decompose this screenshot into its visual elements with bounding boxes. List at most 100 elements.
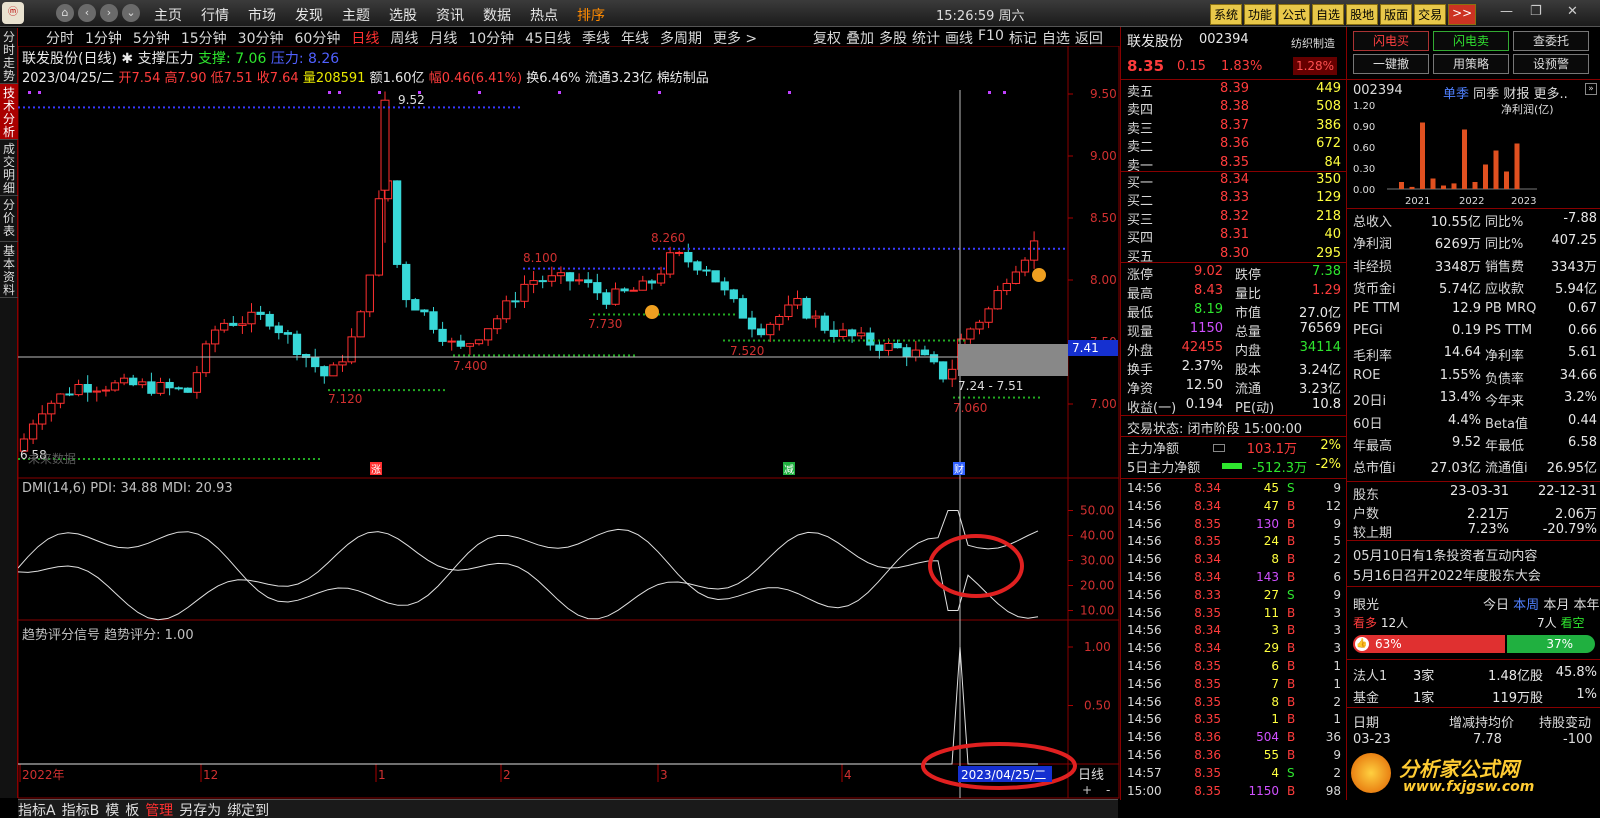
chart-tool-button[interactable]: 画线 xyxy=(945,28,973,48)
period-tab[interactable]: 分时 xyxy=(46,28,74,48)
period-tab[interactable]: 45日线 xyxy=(525,28,571,48)
signal-icon[interactable] xyxy=(1032,268,1046,282)
tab-more[interactable]: 更多.. xyxy=(1533,87,1567,102)
menu-item-data[interactable]: 数据 xyxy=(483,5,511,25)
ask-row[interactable]: 卖二 8.36 672 xyxy=(1127,136,1341,155)
stat-row: 最高 8.43 量比 1.29 xyxy=(1127,283,1341,302)
notice-1[interactable]: 05月10日有1条投资者互动内容 xyxy=(1353,545,1537,564)
tab-intraday[interactable]: 分时走势 xyxy=(0,28,18,84)
forward-icon[interactable]: › xyxy=(100,4,118,22)
tick-side: B xyxy=(1287,748,1296,762)
ask-row[interactable]: 卖三 8.37 386 xyxy=(1127,118,1341,137)
tab-same-quarter[interactable]: 同季 xyxy=(1473,87,1499,102)
period-tab[interactable]: 季线 xyxy=(582,28,610,48)
menu-item-hot[interactable]: 热点 xyxy=(530,5,558,25)
chart-tool-button[interactable]: 返回 xyxy=(1075,28,1103,48)
menu-item-market2[interactable]: 市场 xyxy=(248,5,276,25)
ask-row[interactable]: 卖五 8.39 449 xyxy=(1127,81,1341,100)
chart-tool-button[interactable]: 复权 xyxy=(813,28,841,48)
check-orders-button[interactable]: 查委托 xyxy=(1513,31,1589,51)
bear-bar[interactable]: 37% xyxy=(1507,635,1595,653)
period-tab[interactable]: 年线 xyxy=(621,28,649,48)
period-tab[interactable]: 60分钟 xyxy=(295,28,341,48)
manage-button[interactable]: 管理 xyxy=(145,803,173,818)
menu-item-news[interactable]: 资讯 xyxy=(436,5,464,25)
template-button[interactable]: 模 xyxy=(105,803,119,818)
watchlist-button[interactable]: 自选 xyxy=(1312,4,1345,25)
flash-sell-button[interactable]: 闪电卖 xyxy=(1433,31,1509,51)
collapse-icon[interactable]: » xyxy=(1585,83,1597,95)
tab-single-quarter[interactable]: 单季 xyxy=(1443,87,1469,102)
period-tab[interactable]: 更多 > xyxy=(713,28,757,48)
tab-price-table[interactable]: 分价表 xyxy=(0,196,18,242)
menu-item-stock-pick[interactable]: 选股 xyxy=(389,5,417,25)
chart-tool-button[interactable]: F10 xyxy=(978,28,1004,48)
menu-item-discover[interactable]: 发现 xyxy=(295,5,323,25)
function-button[interactable]: 功能 xyxy=(1244,4,1277,25)
back-icon[interactable]: ‹ xyxy=(78,4,96,22)
period-tab[interactable]: 5分钟 xyxy=(133,28,170,48)
flash-buy-button[interactable]: 闪电买 xyxy=(1353,31,1429,51)
ask-row[interactable]: 卖四 8.38 508 xyxy=(1127,99,1341,118)
system-button[interactable]: 系统 xyxy=(1210,4,1243,25)
restore-icon[interactable]: ❐ xyxy=(1530,4,1542,19)
home-icon[interactable]: ⌂ xyxy=(56,4,74,22)
candle-body xyxy=(929,354,939,363)
bind-to-button[interactable]: 绑定到 xyxy=(227,803,269,818)
chart-tool-button[interactable]: 标记 xyxy=(1009,28,1037,48)
tab-year[interactable]: 本年 xyxy=(1573,598,1599,613)
industry-name[interactable]: 纺织制造 xyxy=(1291,35,1335,51)
period-tab[interactable]: 30分钟 xyxy=(238,28,284,48)
notice-2[interactable]: 5月16日召开2022年度股东大会 xyxy=(1353,565,1541,584)
period-tab[interactable]: 1分钟 xyxy=(85,28,122,48)
bid-row[interactable]: 买二 8.33 129 xyxy=(1127,190,1341,209)
zoom-out-icon[interactable]: - xyxy=(1106,783,1110,797)
bid-row[interactable]: 买一 8.34 350 xyxy=(1127,172,1341,191)
period-tab[interactable]: 日线 xyxy=(351,28,379,48)
formula-button[interactable]: 公式 xyxy=(1278,4,1311,25)
menu-item-theme[interactable]: 主题 xyxy=(342,5,370,25)
period-tab[interactable]: 月线 xyxy=(429,28,457,48)
trade-button[interactable]: 交易 xyxy=(1414,4,1447,25)
chart-tool-button[interactable]: 叠加 xyxy=(846,28,874,48)
support-dot xyxy=(153,458,155,460)
save-as-button[interactable]: 另存为 xyxy=(179,803,221,818)
tab-technical[interactable]: 技术分析 xyxy=(0,84,18,140)
tab-trade-detail[interactable]: 成交明细 xyxy=(0,140,18,196)
stock-map-button[interactable]: 股地 xyxy=(1346,4,1379,25)
zoom-in-icon[interactable]: + xyxy=(1082,783,1092,797)
chart-tool-button[interactable]: 多股 xyxy=(879,28,907,48)
bid-row[interactable]: 买四 8.31 40 xyxy=(1127,227,1341,246)
period-tab[interactable]: 多周期 xyxy=(660,28,702,48)
period-tab[interactable]: 10分钟 xyxy=(468,28,514,48)
main-chart-area[interactable]: 9.509.008.508.007.507.0050.0040.0030.002… xyxy=(18,46,1120,799)
tick-row: 14:56 8.36 55 B 9 xyxy=(1127,748,1341,767)
alert-button[interactable]: 设预警 xyxy=(1513,54,1589,74)
tab-week[interactable]: 本周 xyxy=(1513,598,1539,613)
indicator-b-button[interactable]: 指标B xyxy=(62,803,100,818)
signal-icon[interactable] xyxy=(645,305,659,319)
indicator-a-button[interactable]: 指标A xyxy=(18,803,56,818)
chart-tool-button[interactable]: 自选 xyxy=(1042,28,1070,48)
close-icon[interactable]: ✕ xyxy=(1567,4,1578,19)
menu-item-market[interactable]: 行情 xyxy=(201,5,229,25)
menu-item-sort[interactable]: 排序 xyxy=(577,5,605,25)
period-tab[interactable]: 15分钟 xyxy=(181,28,227,48)
period-tab[interactable]: 周线 xyxy=(390,28,418,48)
support-dot xyxy=(793,339,795,342)
dropdown-icon[interactable]: ⌄ xyxy=(122,4,140,22)
cancel-all-button[interactable]: 一键撤 xyxy=(1353,54,1429,74)
tab-report[interactable]: 财报 xyxy=(1503,87,1529,102)
tab-today[interactable]: 今日 xyxy=(1483,598,1509,613)
menu-item-home[interactable]: 主页 xyxy=(154,5,182,25)
strategy-button[interactable]: 用策略 xyxy=(1433,54,1509,74)
more-button[interactable]: >> xyxy=(1448,4,1477,25)
board-button[interactable]: 板 xyxy=(125,803,139,818)
bid-row[interactable]: 买三 8.32 218 xyxy=(1127,209,1341,228)
tab-fundamentals[interactable]: 基本资料 xyxy=(0,242,18,298)
tab-month[interactable]: 本月 xyxy=(1543,598,1569,613)
bull-bar[interactable]: 63% xyxy=(1353,635,1505,653)
layout-button[interactable]: 版面 xyxy=(1380,4,1413,25)
minimize-icon[interactable]: — xyxy=(1500,4,1513,19)
chart-tool-button[interactable]: 统计 xyxy=(912,28,940,48)
